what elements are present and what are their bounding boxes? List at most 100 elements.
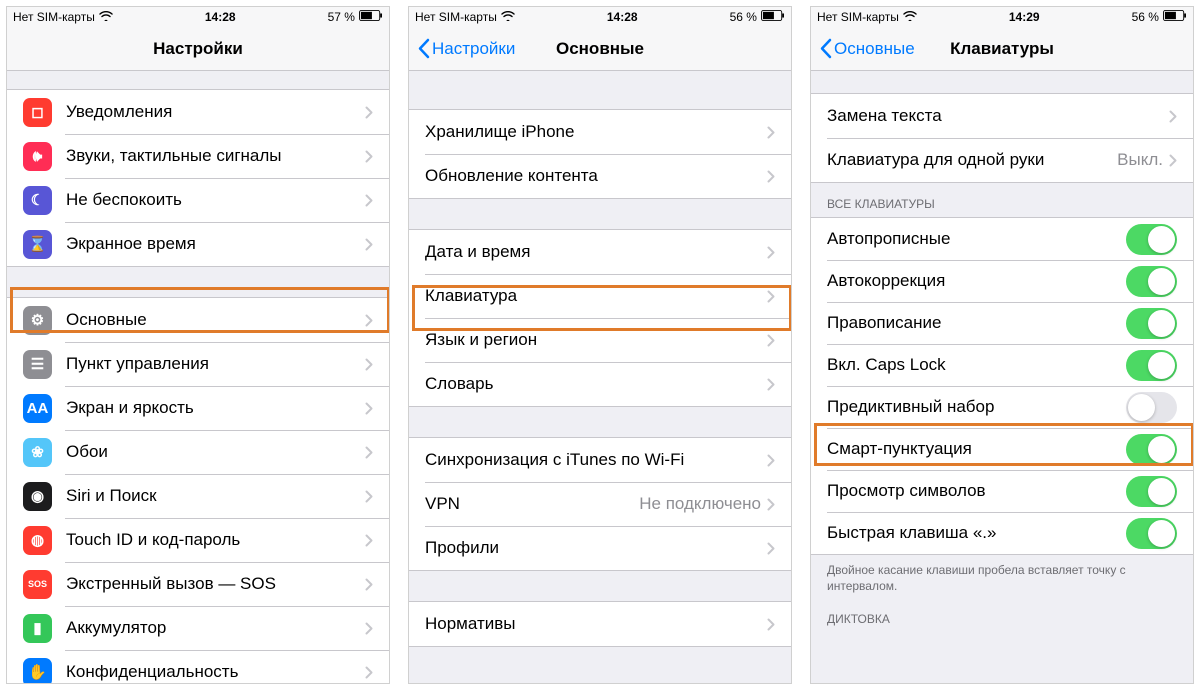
keyboard-toggle-row: Предиктивный набор (811, 386, 1193, 428)
chevron-right-icon (365, 194, 373, 207)
settings-row-label: Экранное время (66, 234, 365, 254)
content-scroll[interactable]: Замена текстаКлавиатура для одной рукиВы… (811, 71, 1193, 683)
chevron-right-icon (365, 534, 373, 547)
settings-row[interactable]: ◉Siri и Поиск (7, 474, 389, 518)
settings-row[interactable]: ☰Пункт управления (7, 342, 389, 386)
keyboard-toggle-label: Правописание (827, 313, 1126, 333)
settings-row[interactable]: ▮ Аккумулятор (7, 606, 389, 650)
wifi-icon (99, 10, 113, 24)
keyboard-row[interactable]: Замена текста (811, 94, 1193, 138)
settings-row-label: Touch ID и код-пароль (66, 530, 365, 550)
general-row[interactable]: Дата и время (409, 230, 791, 274)
clock: 14:29 (1009, 10, 1040, 24)
carrier-text: Нет SIM-карты (817, 10, 899, 24)
battery-icon: ▮ (23, 614, 52, 643)
general-row[interactable]: VPNНе подключено (409, 482, 791, 526)
settings-row-label: Экран и яркость (66, 398, 365, 418)
privacy-icon: ✋ (23, 658, 52, 684)
general-row-label: Синхронизация с iTunes по Wi-Fi (425, 450, 767, 470)
sos-icon: SOS (23, 570, 52, 599)
keyboard-toggle-switch[interactable] (1126, 224, 1177, 255)
general-row[interactable]: Профили (409, 526, 791, 570)
general-icon: ⚙ (23, 306, 52, 335)
settings-row[interactable]: ◍Touch ID и код-пароль (7, 518, 389, 562)
keyboard-toggle-row: Вкл. Caps Lock (811, 344, 1193, 386)
general-row[interactable]: Клавиатура (409, 274, 791, 318)
chevron-right-icon (1169, 154, 1177, 167)
settings-row[interactable]: ❀ Обои (7, 430, 389, 474)
back-button[interactable]: Настройки (417, 38, 515, 59)
status-bar: Нет SIM-карты 14:28 57 % (7, 7, 389, 27)
settings-row[interactable]: ✋ Конфиденциальность (7, 650, 389, 683)
dnd-icon: ☾ (23, 186, 52, 215)
keyboard-toggle-label: Автокоррекция (827, 271, 1126, 291)
keyboard-toggle-label: Автопрописные (827, 229, 1126, 249)
settings-row-label: Основные (66, 310, 365, 330)
settings-row[interactable]: ⚙ Основные (7, 298, 389, 342)
group-footer-period: Двойное касание клавиши пробела вставляе… (811, 555, 1193, 598)
wallpaper-icon: ❀ (23, 438, 52, 467)
settings-row[interactable]: ⌛ Экранное время (7, 222, 389, 266)
chevron-right-icon (365, 150, 373, 163)
screentime-icon: ⌛ (23, 230, 52, 259)
general-row[interactable]: Синхронизация с iTunes по Wi-Fi (409, 438, 791, 482)
general-row-label: Профили (425, 538, 767, 558)
general-row-label: Словарь (425, 374, 767, 394)
keyboard-row[interactable]: Клавиатура для одной рукиВыкл. (811, 138, 1193, 182)
settings-row[interactable]: 🕪Звуки, тактильные сигналы (7, 134, 389, 178)
back-button[interactable]: Основные (819, 38, 915, 59)
group-header-dictation: ДИКТОВКА (811, 598, 1193, 632)
keyboard-toggle-label: Просмотр символов (827, 481, 1126, 501)
content-scroll[interactable]: ◻Уведомления🕪Звуки, тактильные сигналы ☾ Н… (7, 71, 389, 683)
general-row[interactable]: Обновление контента (409, 154, 791, 198)
keyboard-toggle-switch[interactable] (1126, 308, 1177, 339)
general-row-label: Обновление контента (425, 166, 767, 186)
display-icon: AA (23, 394, 52, 423)
wifi-icon (903, 10, 917, 24)
battery-icon (761, 10, 785, 24)
chevron-right-icon (767, 378, 775, 391)
keyboard-row-label: Клавиатура для одной руки (827, 150, 1117, 170)
keyboard-toggle-switch[interactable] (1126, 434, 1177, 465)
settings-row-label: Аккумулятор (66, 618, 365, 638)
keyboard-toggle-switch[interactable] (1126, 518, 1177, 549)
sounds-icon: 🕪 (23, 142, 52, 171)
settings-row[interactable]: ☾ Не беспокоить (7, 178, 389, 222)
chevron-right-icon (767, 454, 775, 467)
back-label: Настройки (432, 39, 515, 59)
group-header-all-keyboards: ВСЕ КЛАВИАТУРЫ (811, 183, 1193, 217)
general-row[interactable]: Язык и регион (409, 318, 791, 362)
chevron-right-icon (365, 238, 373, 251)
chevron-right-icon (767, 498, 775, 511)
settings-row[interactable]: AA Экран и яркость (7, 386, 389, 430)
content-scroll[interactable]: Хранилище iPhone Обновление контента Дата… (409, 71, 791, 683)
keyboard-toggle-switch[interactable] (1126, 350, 1177, 381)
chevron-right-icon (365, 402, 373, 415)
settings-row-label: Обои (66, 442, 365, 462)
keyboard-toggle-switch[interactable] (1126, 392, 1177, 423)
chevron-right-icon (767, 170, 775, 183)
chevron-right-icon (365, 578, 373, 591)
keyboard-row-detail: Выкл. (1117, 150, 1163, 170)
screen-keyboards: Нет SIM-карты 14:29 56 % Основные Клавиа… (810, 6, 1194, 684)
settings-row-label: Не беспокоить (66, 190, 365, 210)
settings-row[interactable]: ◻Уведомления (7, 90, 389, 134)
settings-row-label: Конфиденциальность (66, 662, 365, 682)
general-row[interactable]: Нормативы (409, 602, 791, 646)
chevron-right-icon (767, 246, 775, 259)
general-row-label: Хранилище iPhone (425, 122, 767, 142)
siri-icon: ◉ (23, 482, 52, 511)
chevron-right-icon (365, 622, 373, 635)
battery-icon (1163, 10, 1187, 24)
chevron-right-icon (365, 106, 373, 119)
settings-row[interactable]: SOSЭкстренный вызов — SOS (7, 562, 389, 606)
general-row[interactable]: Хранилище iPhone (409, 110, 791, 154)
back-label: Основные (834, 39, 915, 59)
chevron-right-icon (365, 666, 373, 679)
status-bar: Нет SIM-карты 14:28 56 % (409, 7, 791, 27)
nav-bar: Настройки Основные (409, 27, 791, 71)
keyboard-toggle-switch[interactable] (1126, 476, 1177, 507)
general-row[interactable]: Словарь (409, 362, 791, 406)
keyboard-toggle-row: Просмотр символов (811, 470, 1193, 512)
keyboard-toggle-switch[interactable] (1126, 266, 1177, 297)
